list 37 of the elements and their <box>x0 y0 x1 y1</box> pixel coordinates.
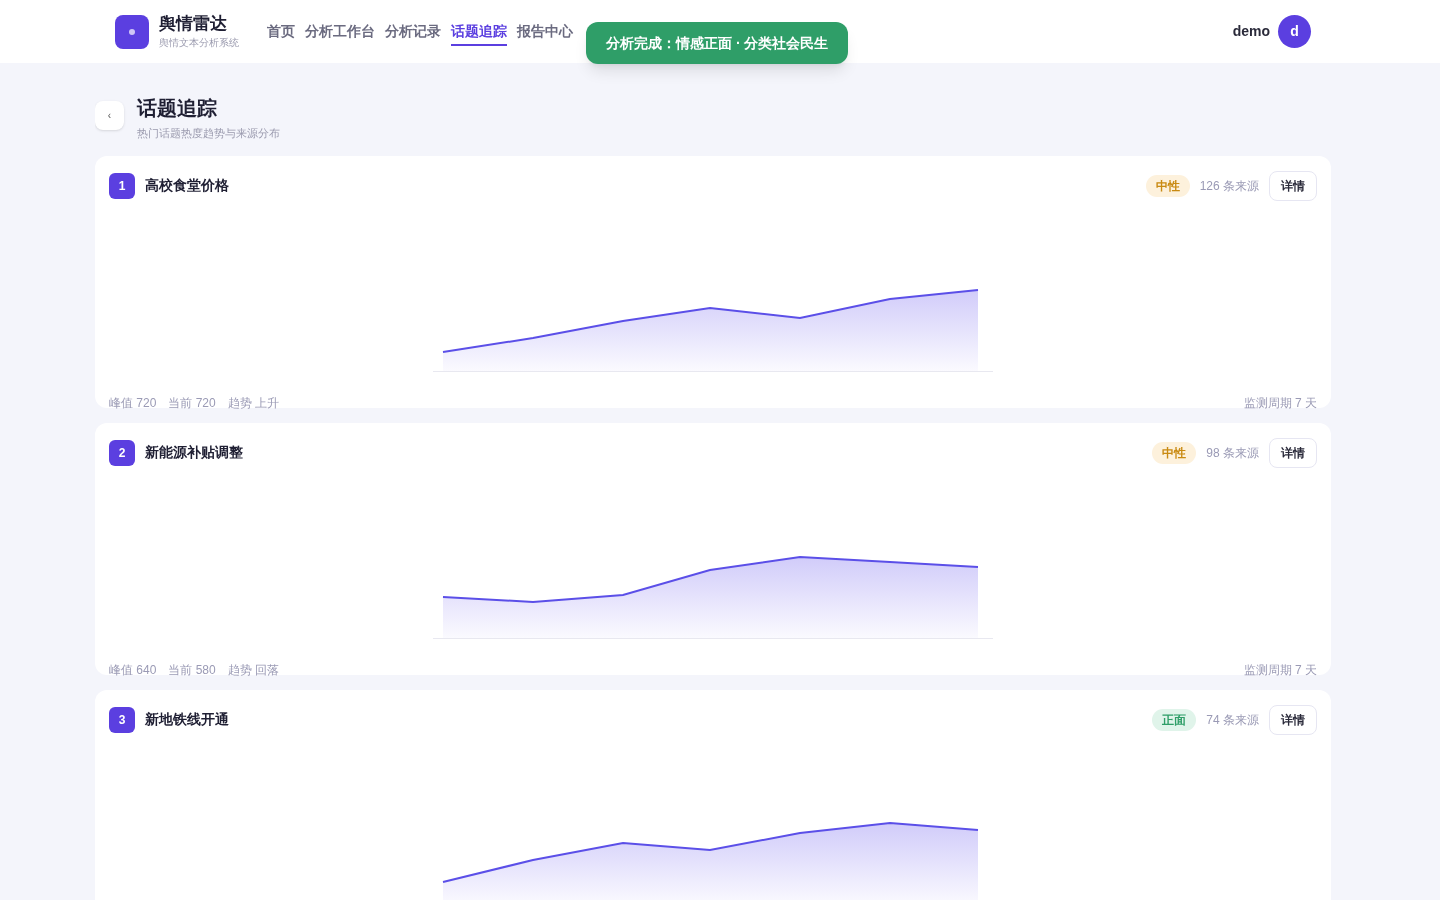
back-button[interactable]: ‹ <box>95 101 124 130</box>
detail-button[interactable]: 详情 <box>1269 437 1317 468</box>
topic-title: 新能源补贴调整 <box>145 443 243 462</box>
nav-tab[interactable]: 报告中心 <box>517 17 573 46</box>
rank-badge: 3 <box>109 706 135 733</box>
trend-label: 趋势 上升 <box>227 394 280 412</box>
current-value: 当前 720 <box>168 394 216 412</box>
nav-tab[interactable]: 分析工作台 <box>305 17 375 46</box>
current-value: 当前 580 <box>168 661 216 679</box>
rank-badge: 1 <box>109 172 135 199</box>
detail-button[interactable]: 详情 <box>1269 170 1317 201</box>
sentiment-tag: 中性 <box>1145 174 1190 197</box>
trend-label: 趋势 回落 <box>227 661 280 679</box>
nav-tab[interactable]: 话题追踪 <box>451 17 507 46</box>
detail-button[interactable]: 详情 <box>1269 704 1317 735</box>
monitor-period: 监测周期 7 天 <box>1243 394 1317 412</box>
sentiment-tag: 正面 <box>1152 708 1197 731</box>
toast-notification: 分析完成：情感正面 · 分类社会民生 <box>586 22 849 64</box>
logo-icon <box>115 14 149 49</box>
user-avatar[interactable]: d <box>1278 15 1311 48</box>
topic-title: 新地铁线开通 <box>145 710 229 729</box>
brand-subtitle: 舆情文本分析系统 <box>159 35 239 50</box>
user-name: demo <box>1232 22 1270 41</box>
monitor-period: 监测周期 7 天 <box>1243 661 1317 679</box>
source-count: 126 条来源 <box>1199 177 1259 195</box>
peak-value: 峰值 720 <box>109 394 157 412</box>
page-subtitle: 热门话题热度趋势与来源分布 <box>137 126 280 141</box>
peak-value: 峰值 640 <box>109 661 157 679</box>
topic-title: 高校食堂价格 <box>145 176 229 195</box>
nav-tab[interactable]: 分析记录 <box>385 17 441 46</box>
nav-tab[interactable]: 首页 <box>267 17 295 46</box>
page-title: 话题追踪 <box>137 96 218 121</box>
sentiment-tag: 中性 <box>1152 441 1197 464</box>
rank-badge: 2 <box>109 439 135 466</box>
brand-name: 舆情雷达 <box>159 13 228 35</box>
source-count: 74 条来源 <box>1206 711 1259 729</box>
source-count: 98 条来源 <box>1206 444 1259 462</box>
